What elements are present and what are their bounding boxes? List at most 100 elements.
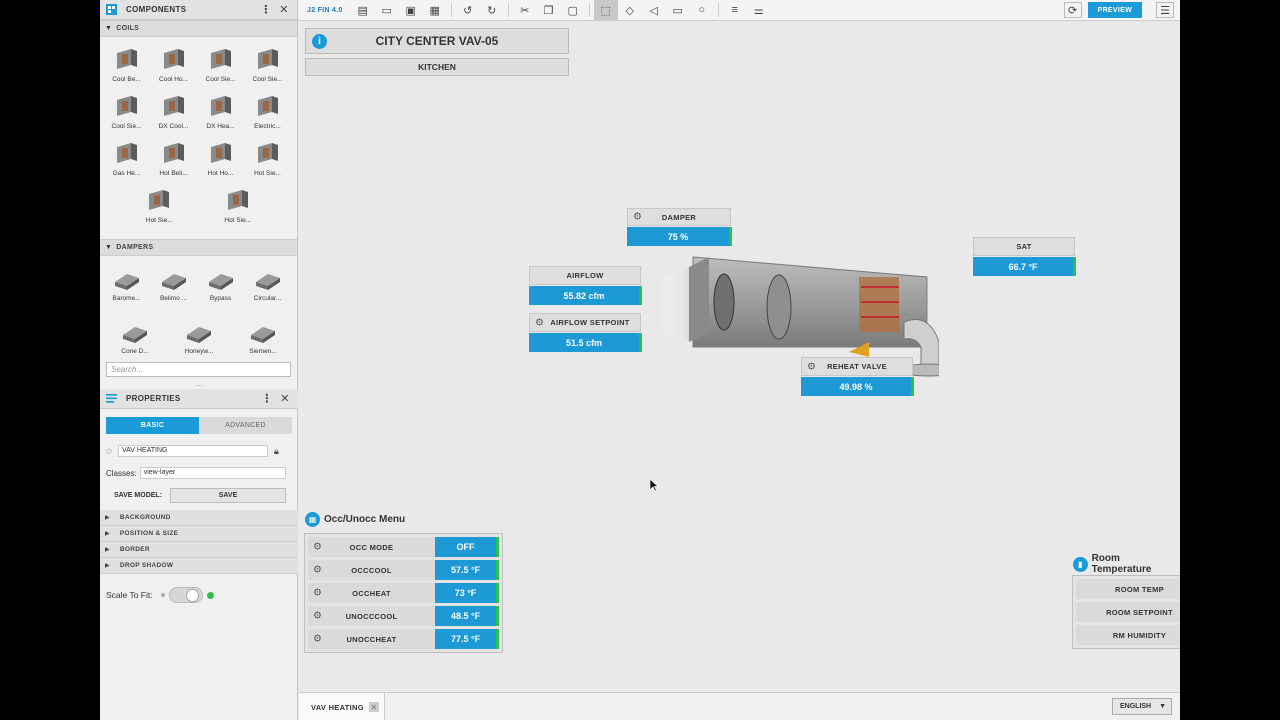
- page-title: CITY CENTER VAV-05: [375, 34, 499, 48]
- component-item[interactable]: Belimo ...: [150, 262, 197, 309]
- close-icon[interactable]: ✕: [278, 392, 292, 405]
- component-item[interactable]: Cone D...: [103, 315, 167, 362]
- coils-grid: Cool Be... Cool Ho... Cool Sie... Cool Sie.…: [100, 37, 297, 184]
- sync-icon[interactable]: ⟳: [1063, 2, 1082, 18]
- name-input[interactable]: VAV HEATING: [117, 445, 268, 457]
- inlet-duct: [659, 267, 689, 342]
- info-icon[interactable]: i: [312, 34, 327, 49]
- gear-icon[interactable]: ⚙: [313, 611, 322, 622]
- row-label-cell: ROOM SETPOINT: [1076, 602, 1180, 622]
- scale-to-fit-row: Scale To Fit:: [100, 584, 298, 606]
- rectangle-tool-icon[interactable]: ▭: [666, 0, 690, 21]
- scale-toggle[interactable]: [168, 587, 203, 603]
- component-item[interactable]: Cool Sie...: [103, 90, 150, 137]
- reheat-valve-value[interactable]: 49.98 %: [801, 377, 914, 396]
- lock-icon[interactable]: 🔒︎: [274, 446, 279, 457]
- layers-icon[interactable]: ≡: [723, 0, 747, 21]
- gear-icon[interactable]: ⚙: [313, 542, 322, 553]
- open-folder-icon[interactable]: ▭: [375, 0, 399, 21]
- menu-icon[interactable]: ☰: [1156, 2, 1174, 18]
- expand-triangle-icon: ▶: [105, 531, 110, 537]
- polyline-tool-icon[interactable]: ◁: [642, 0, 666, 21]
- component-item[interactable]: DX Cool...: [150, 90, 197, 137]
- component-item[interactable]: Hot Ho...: [197, 137, 244, 184]
- gear-icon[interactable]: ⚙: [313, 565, 322, 576]
- component-item[interactable]: Honeyw...: [167, 315, 231, 362]
- undo-icon[interactable]: ↺: [456, 0, 480, 21]
- component-item[interactable]: DX Hea...: [197, 90, 244, 137]
- more-icon[interactable]: ⋮: [260, 392, 274, 405]
- gear-icon[interactable]: ⚙: [313, 634, 322, 645]
- component-search-input[interactable]: Search...: [106, 362, 291, 377]
- select-tool-icon[interactable]: ⬚: [593, 0, 618, 21]
- sat-value[interactable]: 66.7 °F: [973, 257, 1076, 276]
- ellipse-tool-icon[interactable]: ○: [690, 0, 714, 21]
- component-item[interactable]: Hot Sie...: [145, 184, 173, 231]
- tab-advanced[interactable]: ADVANCED: [199, 417, 292, 434]
- property-section-header[interactable]: ▶ DROP SHADOW: [100, 558, 298, 574]
- component-item[interactable]: Siemen...: [231, 315, 295, 362]
- component-item[interactable]: Electric...: [244, 90, 291, 137]
- canvas[interactable]: i CITY CENTER VAV-05 KITCHEN ⚙ DAMPER 75…: [299, 22, 1180, 692]
- dampers-section-header[interactable]: ▼ DAMPERS: [100, 239, 297, 256]
- polygon-tool-icon[interactable]: ◇: [618, 0, 642, 21]
- gear-icon[interactable]: ⚙: [535, 317, 544, 328]
- property-section-label: BACKGROUND: [119, 514, 171, 521]
- row-value[interactable]: 77.5 °F: [435, 629, 499, 649]
- component-item[interactable]: Hot Beli...: [150, 137, 197, 184]
- dampers-section-label: DAMPERS: [116, 244, 154, 251]
- gear-icon[interactable]: ⚙: [313, 588, 322, 599]
- row-value[interactable]: 73 °F: [435, 583, 499, 603]
- airflow-setpoint-value[interactable]: 51.5 cfm: [529, 333, 642, 352]
- row-value[interactable]: 57.5 °F: [435, 560, 499, 580]
- table-row: ⚙ OCC MODE OFF: [308, 537, 499, 557]
- cut-icon[interactable]: ✂: [513, 0, 537, 21]
- component-label: Hot Sie...: [224, 217, 252, 224]
- copy-icon[interactable]: ❐: [537, 0, 561, 21]
- settings-sliders-icon[interactable]: ⚌: [747, 0, 771, 21]
- image-library-icon[interactable]: ▦: [423, 0, 447, 21]
- row-value[interactable]: 48.5 °F: [435, 606, 499, 626]
- close-icon[interactable]: ✕: [277, 3, 291, 16]
- component-item[interactable]: Cool Be...: [103, 43, 150, 90]
- row-value[interactable]: OFF: [435, 537, 499, 557]
- close-tab-icon[interactable]: ✕: [369, 702, 379, 712]
- component-label: Hot Beli...: [159, 170, 188, 177]
- component-item[interactable]: Hot Sie...: [244, 137, 291, 184]
- expand-triangle-icon: ▶: [105, 515, 110, 521]
- paste-icon[interactable]: ▢: [561, 0, 585, 21]
- coils-section-header[interactable]: ▼ COILS: [100, 20, 297, 37]
- language-select[interactable]: ENGLISH ▼: [1112, 698, 1172, 715]
- component-item[interactable]: Cool Ho...: [150, 43, 197, 90]
- component-item[interactable]: Barome...: [103, 262, 150, 309]
- reheat-valve-label-box: ⚙ REHEAT VALVE: [801, 357, 913, 376]
- gear-icon[interactable]: ⚙: [633, 212, 642, 223]
- airflow-setpoint-label: AIRFLOW SETPOINT: [550, 318, 630, 327]
- new-file-icon[interactable]: ▤: [351, 0, 375, 21]
- coil-icon: [254, 45, 282, 73]
- component-item[interactable]: Circular...: [244, 262, 291, 309]
- redo-icon[interactable]: ↻: [480, 0, 504, 21]
- damper-value[interactable]: 75 %: [627, 227, 732, 246]
- property-section-header[interactable]: ▶ BORDER: [100, 542, 298, 558]
- property-section-header[interactable]: ▶ POSITION & SIZE: [100, 526, 298, 542]
- component-item[interactable]: Hot Sie...: [224, 184, 252, 231]
- gear-icon[interactable]: ⚙: [807, 361, 816, 372]
- component-item[interactable]: Cool Sie...: [244, 43, 291, 90]
- row-label-cell: ⚙ OCC MODE: [308, 537, 435, 557]
- tab-basic[interactable]: BASIC: [106, 417, 199, 434]
- save-button[interactable]: SAVE: [170, 487, 286, 503]
- page-title-box: i CITY CENTER VAV-05: [305, 28, 569, 54]
- doc-tab-vav-heating[interactable]: VAV HEATING ✕: [299, 693, 385, 720]
- save-model-row: SAVE MODEL: SAVE: [100, 484, 298, 506]
- property-section-header[interactable]: ▶ BACKGROUND: [100, 510, 298, 526]
- save-icon[interactable]: ▣: [399, 0, 423, 21]
- classes-input[interactable]: view-layer: [139, 467, 286, 479]
- component-item[interactable]: Cool Sie...: [197, 43, 244, 90]
- damper-icon: [121, 317, 149, 345]
- airflow-value[interactable]: 55.82 cfm: [529, 286, 642, 305]
- component-item[interactable]: Gas He...: [103, 137, 150, 184]
- preview-button[interactable]: PREVIEW: [1087, 2, 1142, 18]
- component-item[interactable]: Bypass: [197, 262, 244, 309]
- more-icon[interactable]: ⋮: [259, 3, 273, 16]
